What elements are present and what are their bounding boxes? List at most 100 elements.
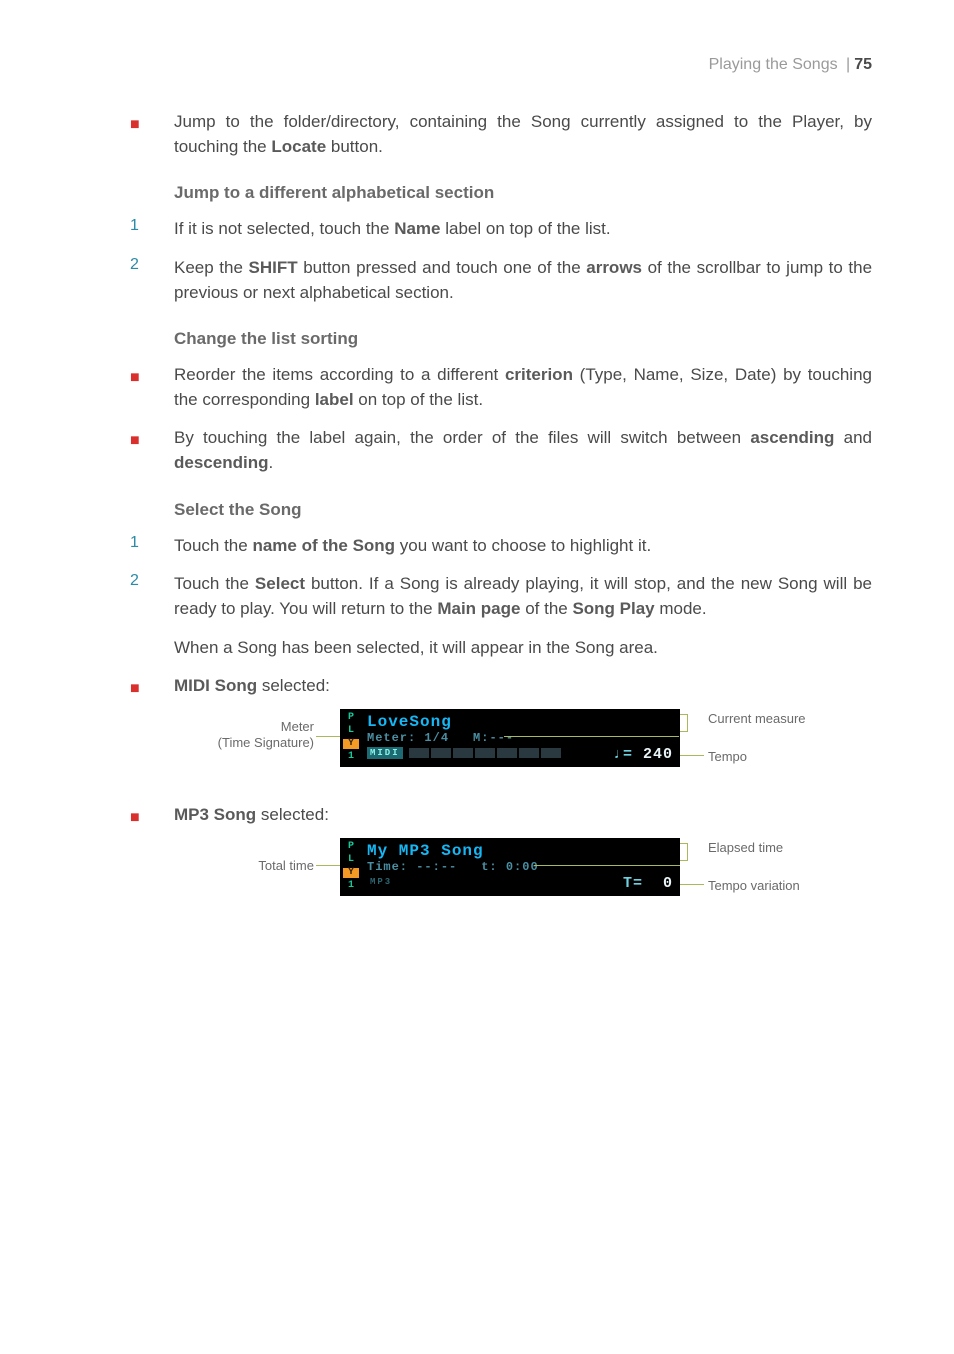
bold-text: Song <box>575 638 615 657</box>
text: 1 <box>348 752 354 762</box>
text: button. <box>326 137 383 156</box>
paragraph: MP3 Song selected: <box>174 803 872 828</box>
lcd-main: LoveSong Meter: 1/4 M:--- MIDI <box>361 710 679 766</box>
step-item: 2 Touch the Select button. If a Song is … <box>130 572 872 621</box>
lcd-panel: P L Y 1 My MP3 Song Time: --:-- t: 0:00 … <box>340 838 680 896</box>
subheading: Jump to a different alphabetical section <box>130 183 872 203</box>
callout-line <box>680 884 704 885</box>
bold-text: criterion <box>505 365 573 384</box>
paragraph: By touching the label again, the order o… <box>174 426 872 475</box>
page-header: Playing the Songs |75 <box>82 56 872 74</box>
bold-text: as­cending <box>750 428 834 447</box>
text: M: <box>473 731 489 745</box>
step-number: 1 <box>130 217 174 242</box>
lcd-song-title: My MP3 Song <box>367 842 673 860</box>
text: Tempo <box>708 749 747 765</box>
bold-text: Locate <box>271 137 326 156</box>
lcd-tempo-variation: T= 0 <box>623 875 673 892</box>
callout-label: Meter (Time Signature) <box>174 719 314 752</box>
bold-text: Select <box>255 574 305 593</box>
bullet-item: ■ MIDI Song selected: <box>130 674 872 699</box>
page-number: 75 <box>854 56 872 73</box>
subheading: Select the Song <box>130 500 872 520</box>
lcd-side-indicator: P L Y 1 <box>341 710 361 766</box>
step-item: 2 Keep the SHIFT button pressed and touc… <box>130 256 872 305</box>
text: label on top of the list. <box>441 219 611 238</box>
lcd-type-tag: MP3 <box>367 876 395 888</box>
bold-text: Main page <box>437 599 520 618</box>
bold-text: MIDI Song <box>174 676 257 695</box>
lcd-type-tag: MIDI <box>367 747 403 759</box>
paragraph: When a Song has been selected, it will a… <box>130 636 872 661</box>
callout-label: Current measure <box>708 711 806 727</box>
bold-text: SHIFT <box>249 258 298 277</box>
paragraph: Jump to the folder/directory, containing… <box>174 110 872 159</box>
step-item: 1 Touch the name of the Song you want to… <box>130 534 872 559</box>
callout-line <box>680 843 688 861</box>
bold-text: descending <box>174 453 268 472</box>
text: ♩= <box>613 746 633 763</box>
bold-text: MP3 Song <box>174 805 256 824</box>
text: L <box>348 855 354 865</box>
lcd-elapsed-time: t: 0:00 <box>481 860 538 874</box>
lcd-side-indicator: P L Y 1 <box>341 839 361 895</box>
callout-label: Tempo <box>708 749 747 765</box>
separator: | <box>846 56 850 73</box>
text: button pressed and touch one of the <box>298 258 587 277</box>
step-item: 1 If it is not selected, touch the Name … <box>130 217 872 242</box>
section-title: Playing the Songs <box>709 56 838 73</box>
bold-text: label <box>315 390 354 409</box>
bullet-icon: ■ <box>130 803 174 828</box>
lcd-total-time: Time: --:-- <box>367 860 457 874</box>
text: Current measure <box>708 711 806 727</box>
lcd-info-line: Meter: 1/4 M:--- <box>367 731 673 745</box>
text: Y <box>343 868 359 878</box>
callout-line <box>504 736 679 737</box>
slot <box>453 748 473 758</box>
bullet-item: ■ Reorder the items according to a diffe… <box>130 363 872 412</box>
bold-text: name of the Song <box>252 536 395 555</box>
lcd-song-title: LoveSong <box>367 713 673 731</box>
slot <box>475 748 495 758</box>
step-number: 2 <box>130 256 174 305</box>
text: Time: <box>367 860 408 874</box>
text: and <box>834 428 872 447</box>
text: area. <box>614 638 657 657</box>
paragraph: Touch the Select button. If a Song is al… <box>174 572 872 621</box>
text: t: <box>481 860 497 874</box>
text: Y <box>343 739 359 749</box>
slot <box>519 748 539 758</box>
callout-label: Total time <box>174 858 314 874</box>
callout-line <box>316 865 340 866</box>
text: mode. <box>655 599 707 618</box>
bullet-item: ■ By touching the label again, the order… <box>130 426 872 475</box>
text: Meter: <box>367 731 416 745</box>
text: By touching the label again, the order o… <box>174 428 750 447</box>
text: If it is not selected, touch the <box>174 219 394 238</box>
text: Total time <box>174 858 314 874</box>
text: P <box>348 713 354 723</box>
callout-line <box>316 736 340 737</box>
text: selected: <box>256 805 329 824</box>
text: Meter <box>174 719 314 735</box>
text: Touch the <box>174 574 255 593</box>
text: Reorder the items according to a differe… <box>174 365 505 384</box>
slot <box>497 748 517 758</box>
lcd-measure: M:--- <box>473 731 514 745</box>
lcd-mp3-figure: Total time P L Y 1 My MP3 Song Time: --:… <box>174 838 872 908</box>
text: 0 <box>663 875 673 892</box>
slot <box>431 748 451 758</box>
text: T= <box>623 875 643 892</box>
text: Elapsed time <box>708 840 783 856</box>
text: (Time Signature) <box>174 735 314 751</box>
lcd-info-line: Time: --:-- t: 0:00 <box>367 860 673 874</box>
callout-line <box>680 755 704 756</box>
bullet-icon: ■ <box>130 426 174 475</box>
text: --:-- <box>416 860 457 874</box>
text: P <box>348 842 354 852</box>
step-number: 2 <box>130 572 174 621</box>
bullet-icon: ■ <box>130 110 174 159</box>
text: selected: <box>257 676 330 695</box>
paragraph: If it is not selected, touch the Name la… <box>174 217 872 242</box>
lcd-tempo: ♩= 240 <box>613 746 673 763</box>
